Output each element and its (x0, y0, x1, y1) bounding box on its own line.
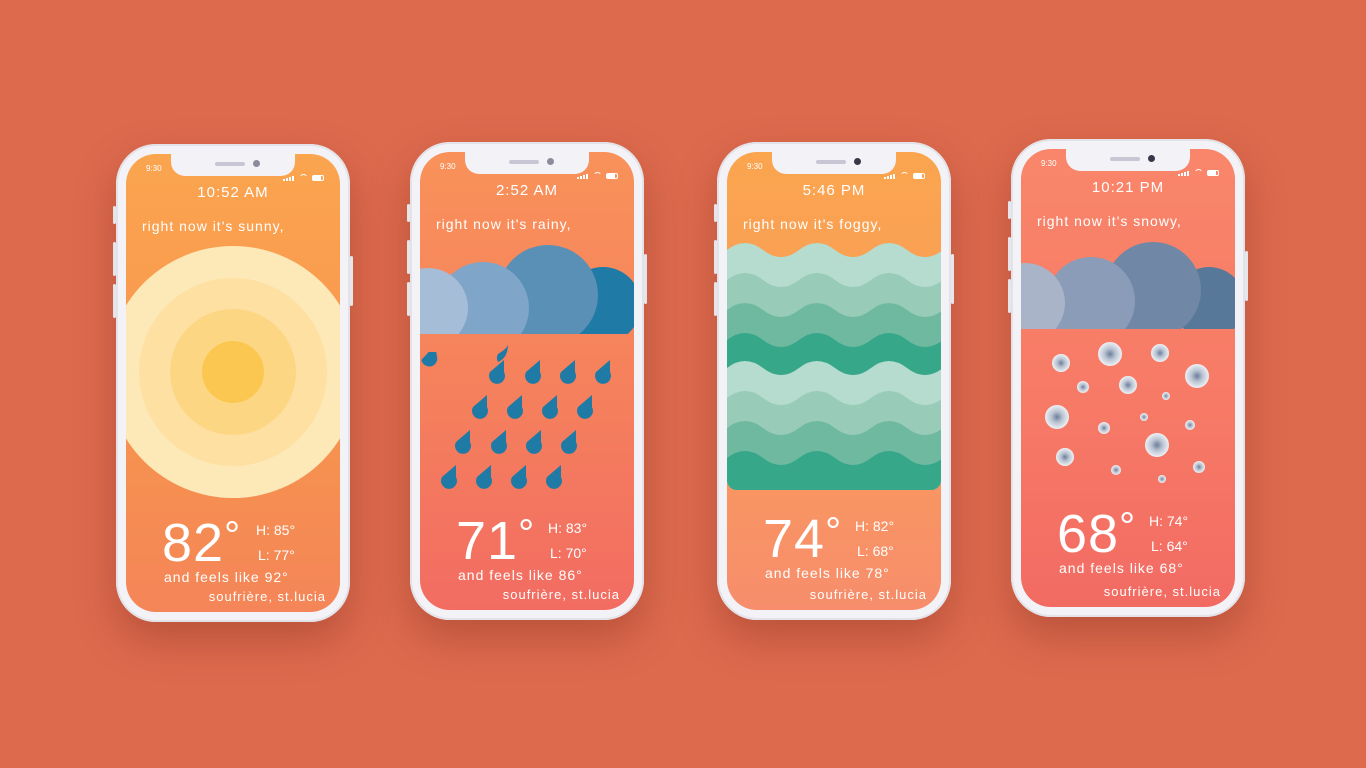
wifi-icon (900, 172, 909, 179)
location-text: soufrière, st.lucia (1103, 584, 1221, 599)
screen: 9:30 2:52 AM right now it's rainy, 71° H… (420, 152, 634, 610)
notch (772, 152, 896, 174)
power-button (951, 254, 954, 304)
location-text: soufrière, st.lucia (502, 587, 620, 602)
screen: 9:30 10:52 AM right now it's sunny, 82° … (126, 154, 340, 612)
wifi-icon (299, 174, 308, 181)
volume-down-button (407, 282, 410, 316)
screen: 9:30 10:21 PM right now it's snowy, 68° … (1021, 149, 1235, 607)
high-temp: H: 85° (256, 522, 296, 538)
volume-up-button (407, 240, 410, 274)
location-text: soufrière, st.lucia (809, 587, 927, 602)
snowflakes-icon (1045, 342, 1209, 483)
feels-like-text: and feels like 78° (765, 565, 890, 581)
speaker-icon (509, 160, 539, 164)
status-bar-time: 9:30 (1041, 159, 1057, 168)
wifi-icon (1194, 169, 1203, 176)
wifi-icon (593, 172, 602, 179)
volume-down-button (714, 282, 717, 316)
high-temp: H: 74° (1149, 513, 1189, 529)
high-temp: H: 82° (855, 518, 895, 534)
volume-down-button (1008, 279, 1011, 313)
low-temp: L: 77° (258, 547, 295, 563)
signal-icon (577, 161, 589, 179)
current-temp: 74° (763, 509, 843, 569)
signal-icon (1178, 158, 1190, 176)
feels-like-text: and feels like 92° (164, 569, 289, 585)
mute-switch (113, 206, 116, 224)
notch (171, 154, 295, 176)
feels-like-text: and feels like 86° (458, 567, 583, 583)
camera-icon (854, 158, 861, 165)
sun-icon (126, 246, 340, 498)
current-temp: 71° (456, 511, 536, 571)
condition-text: right now it's rainy, (436, 216, 572, 232)
location-text: soufrière, st.lucia (208, 589, 326, 604)
status-icons (1178, 158, 1219, 176)
high-temp: H: 83° (548, 520, 588, 536)
condition-text: right now it's snowy, (1037, 213, 1182, 229)
condition-text: right now it's foggy, (743, 216, 883, 232)
power-button (1245, 251, 1248, 301)
clock-time: 5:46 PM (802, 182, 866, 199)
feels-like-text: and feels like 68° (1059, 560, 1184, 576)
clock-time: 2:52 AM (495, 182, 559, 199)
power-button (350, 256, 353, 306)
mute-switch (714, 204, 717, 222)
speaker-icon (215, 162, 245, 166)
phone-sunny: 9:30 10:52 AM right now it's sunny, 82° … (113, 144, 353, 622)
clock-time: 10:21 PM (1091, 179, 1165, 196)
status-bar-time: 9:30 (440, 162, 456, 171)
status-icons (884, 161, 925, 179)
current-temp: 82° (162, 513, 242, 573)
raindrops-icon (421, 352, 611, 489)
volume-up-button (714, 240, 717, 274)
battery-icon (606, 173, 618, 179)
notch (465, 152, 589, 174)
mute-switch (1008, 201, 1011, 219)
phone-foggy: 9:30 5:46 PM right now it's foggy, 74° H… (714, 142, 954, 620)
status-icons (283, 163, 324, 181)
low-temp: L: 64° (1151, 538, 1188, 554)
status-bar-time: 9:30 (146, 164, 162, 173)
status-bar-time: 9:30 (747, 162, 763, 171)
battery-icon (913, 173, 925, 179)
signal-icon (283, 163, 295, 181)
fog-waves-icon (727, 243, 941, 490)
clock-time: 10:52 AM (197, 184, 269, 201)
camera-icon (547, 158, 554, 165)
mute-switch (407, 204, 410, 222)
speaker-icon (816, 160, 846, 164)
snow-cloud-icon (1021, 242, 1235, 329)
volume-down-button (113, 284, 116, 318)
battery-icon (312, 175, 324, 181)
notch (1066, 149, 1190, 171)
condition-text: right now it's sunny, (142, 218, 285, 234)
status-icons (577, 161, 618, 179)
current-temp: 68° (1057, 504, 1137, 564)
volume-up-button (1008, 237, 1011, 271)
camera-icon (253, 160, 260, 167)
phone-rainy: 9:30 2:52 AM right now it's rainy, 71° H… (407, 142, 647, 620)
camera-icon (1148, 155, 1155, 162)
low-temp: L: 70° (550, 545, 587, 561)
volume-up-button (113, 242, 116, 276)
speaker-icon (1110, 157, 1140, 161)
signal-icon (884, 161, 896, 179)
battery-icon (1207, 170, 1219, 176)
power-button (644, 254, 647, 304)
screen: 9:30 5:46 PM right now it's foggy, 74° H… (727, 152, 941, 610)
phone-snowy: 9:30 10:21 PM right now it's snowy, 68° … (1008, 139, 1248, 617)
low-temp: L: 68° (857, 543, 894, 559)
